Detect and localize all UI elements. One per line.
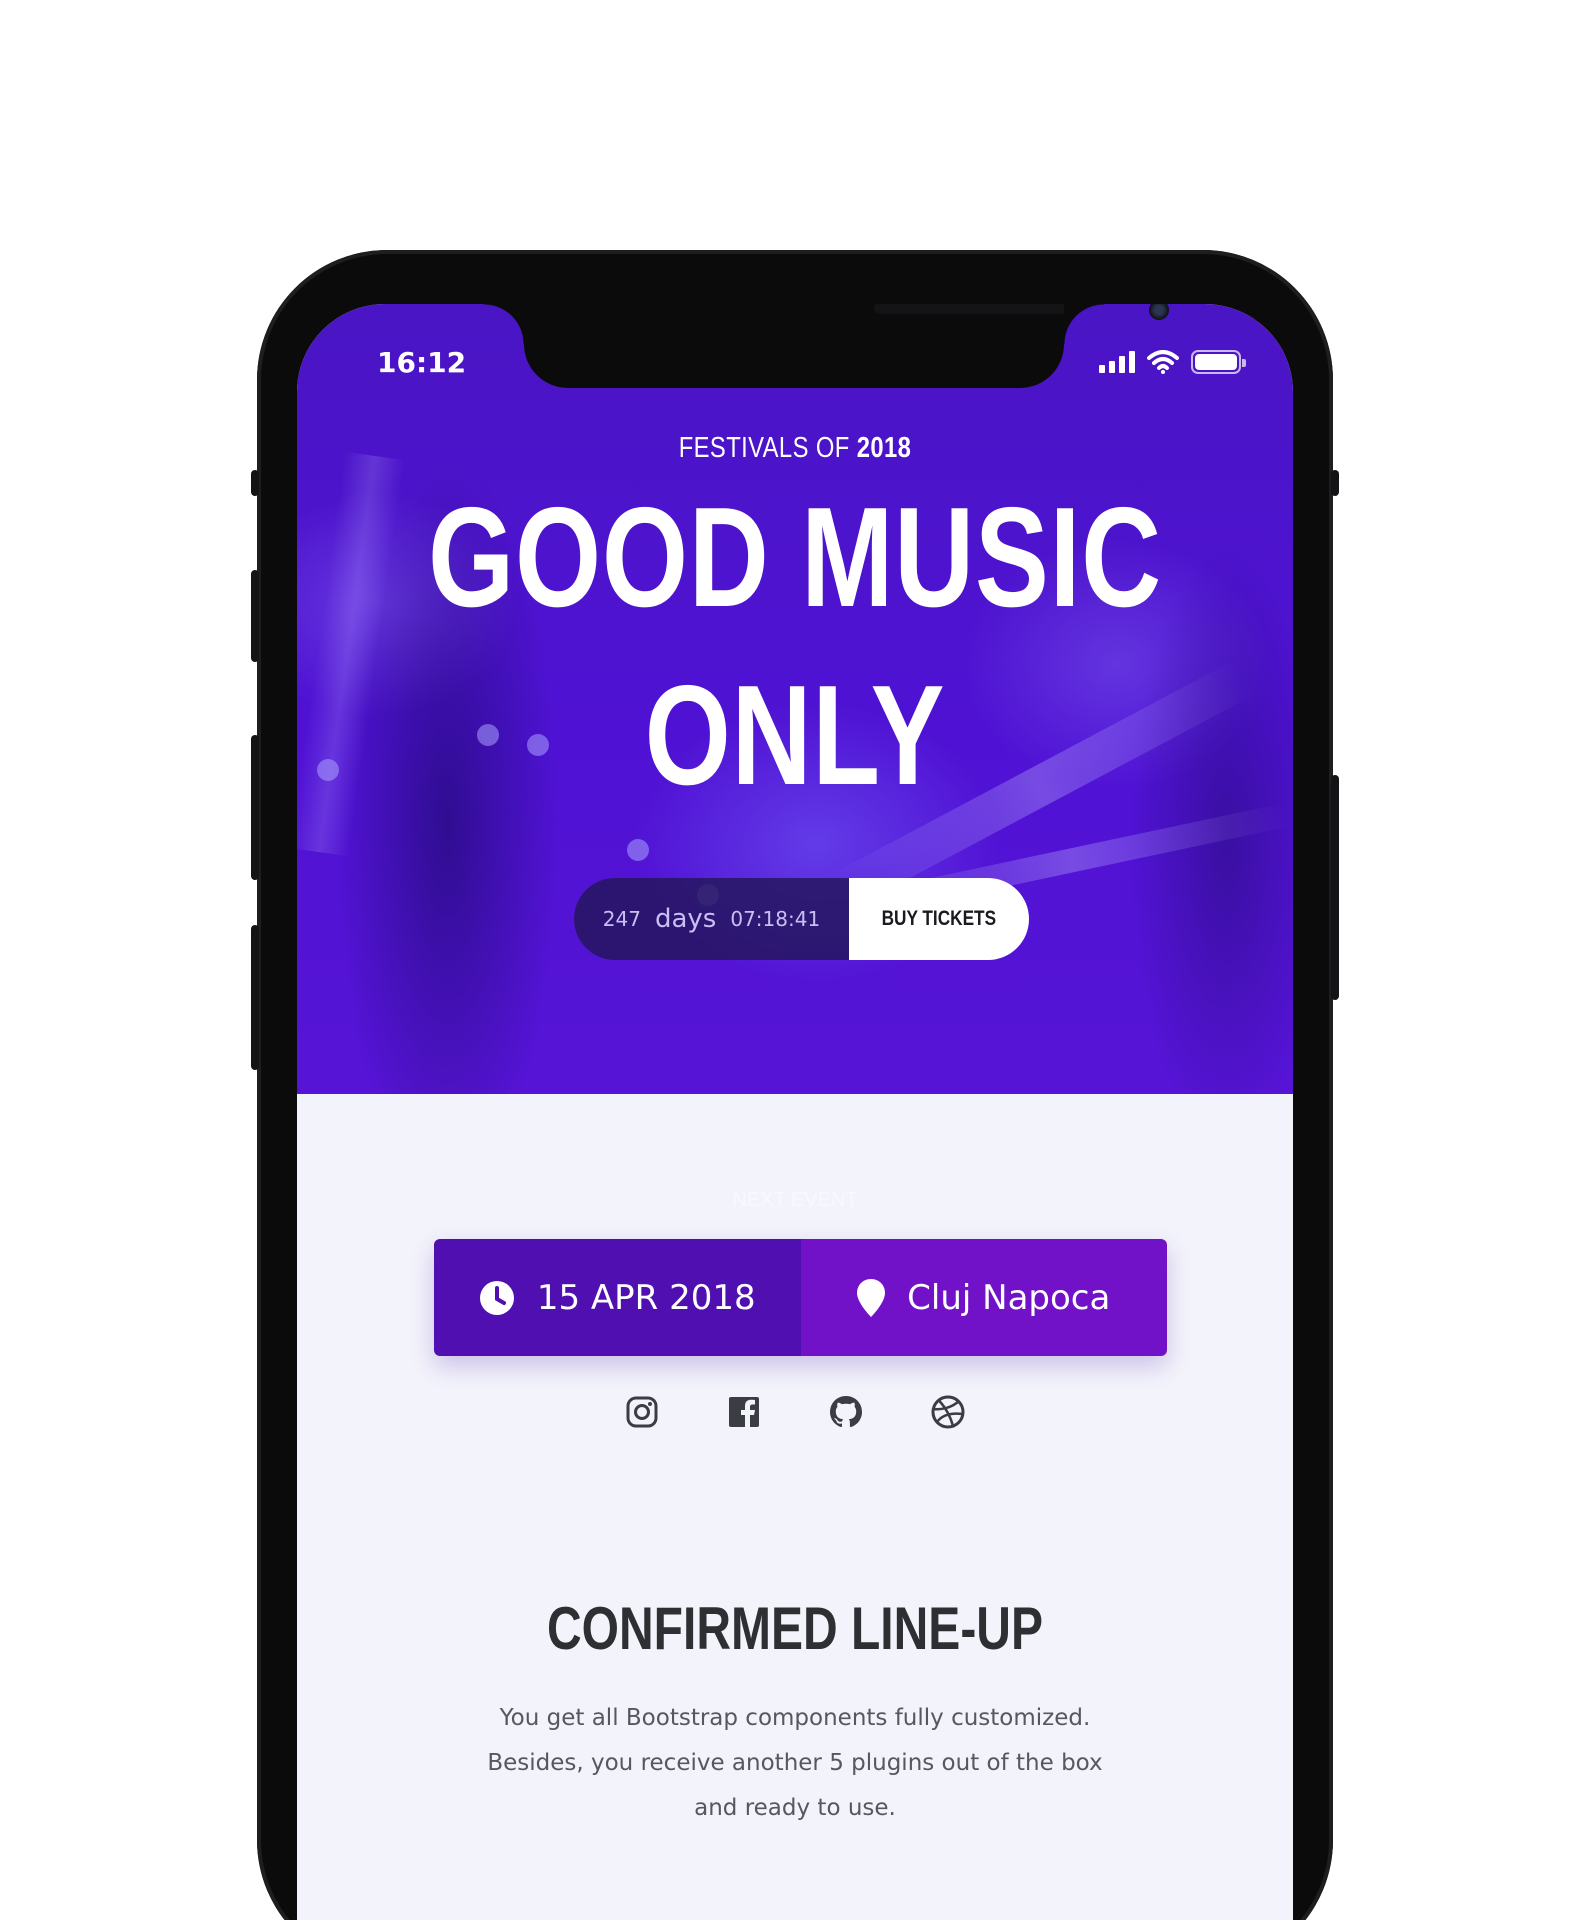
status-time: 16:12 bbox=[377, 346, 467, 379]
headline-line-1: GOOD MUSIC bbox=[428, 478, 1162, 637]
power-button bbox=[1331, 775, 1339, 1000]
dribbble-icon[interactable] bbox=[930, 1394, 966, 1430]
clock-icon bbox=[479, 1280, 514, 1315]
event-location-text: Cluj Napoca bbox=[907, 1277, 1111, 1318]
phone-screen: 16:12 FESTIVALS OF 2018 GOOD MUSIC ONLY bbox=[297, 304, 1293, 1920]
light-dot bbox=[317, 759, 339, 781]
side-button bbox=[251, 570, 259, 662]
lineup-title: CONFIRMED LINE-UP bbox=[547, 1595, 1043, 1662]
event-date-text: 15 APR 2018 bbox=[536, 1277, 756, 1318]
countdown-days-value: 247 bbox=[602, 907, 641, 931]
next-event-label: NEXT EVENT bbox=[732, 1189, 858, 1211]
instagram-icon[interactable] bbox=[624, 1394, 660, 1430]
social-links bbox=[297, 1394, 1293, 1430]
subtitle-year: 2018 bbox=[856, 432, 912, 464]
github-icon[interactable] bbox=[828, 1394, 864, 1430]
buy-tickets-label: BUY TICKETS bbox=[881, 907, 997, 930]
speaker-grille bbox=[874, 304, 1074, 314]
buy-tickets-button[interactable]: BUY TICKETS bbox=[849, 878, 1029, 960]
side-button-right-top bbox=[1331, 470, 1339, 496]
countdown-days-label: days bbox=[654, 904, 717, 934]
front-camera bbox=[1149, 304, 1169, 320]
status-icons bbox=[1099, 350, 1246, 374]
hero-section: 16:12 FESTIVALS OF 2018 GOOD MUSIC ONLY bbox=[297, 304, 1293, 1094]
signal-icon bbox=[1099, 351, 1135, 373]
light-dot bbox=[627, 839, 649, 861]
wifi-icon bbox=[1147, 350, 1179, 374]
facebook-icon[interactable] bbox=[726, 1394, 762, 1430]
countdown-time: 07:18:41 bbox=[730, 907, 821, 931]
event-card: 15 APR 2018 Cluj Napoca bbox=[434, 1239, 1167, 1356]
event-date: 15 APR 2018 bbox=[434, 1239, 801, 1356]
hero-headline: GOOD MUSIC ONLY bbox=[407, 469, 1184, 825]
volume-down-button bbox=[251, 925, 259, 1070]
light-beam bbox=[297, 451, 405, 857]
countdown: 247 days 07:18:41 bbox=[574, 878, 849, 960]
notch bbox=[484, 304, 1169, 388]
hero-subtitle: FESTIVALS OF 2018 bbox=[387, 432, 1204, 465]
mute-switch bbox=[251, 470, 259, 496]
location-pin-icon bbox=[857, 1278, 886, 1317]
ticket-cta: 247 days 07:18:41 BUY TICKETS bbox=[574, 878, 1029, 960]
event-location: Cluj Napoca bbox=[800, 1239, 1167, 1356]
battery-icon bbox=[1191, 350, 1246, 374]
lineup-description: You get all Bootstrap components fully c… bbox=[487, 1705, 1103, 1821]
subtitle-prefix: FESTIVALS OF bbox=[678, 432, 857, 464]
volume-up-button bbox=[251, 735, 259, 880]
headline-line-2: ONLY bbox=[644, 656, 946, 815]
